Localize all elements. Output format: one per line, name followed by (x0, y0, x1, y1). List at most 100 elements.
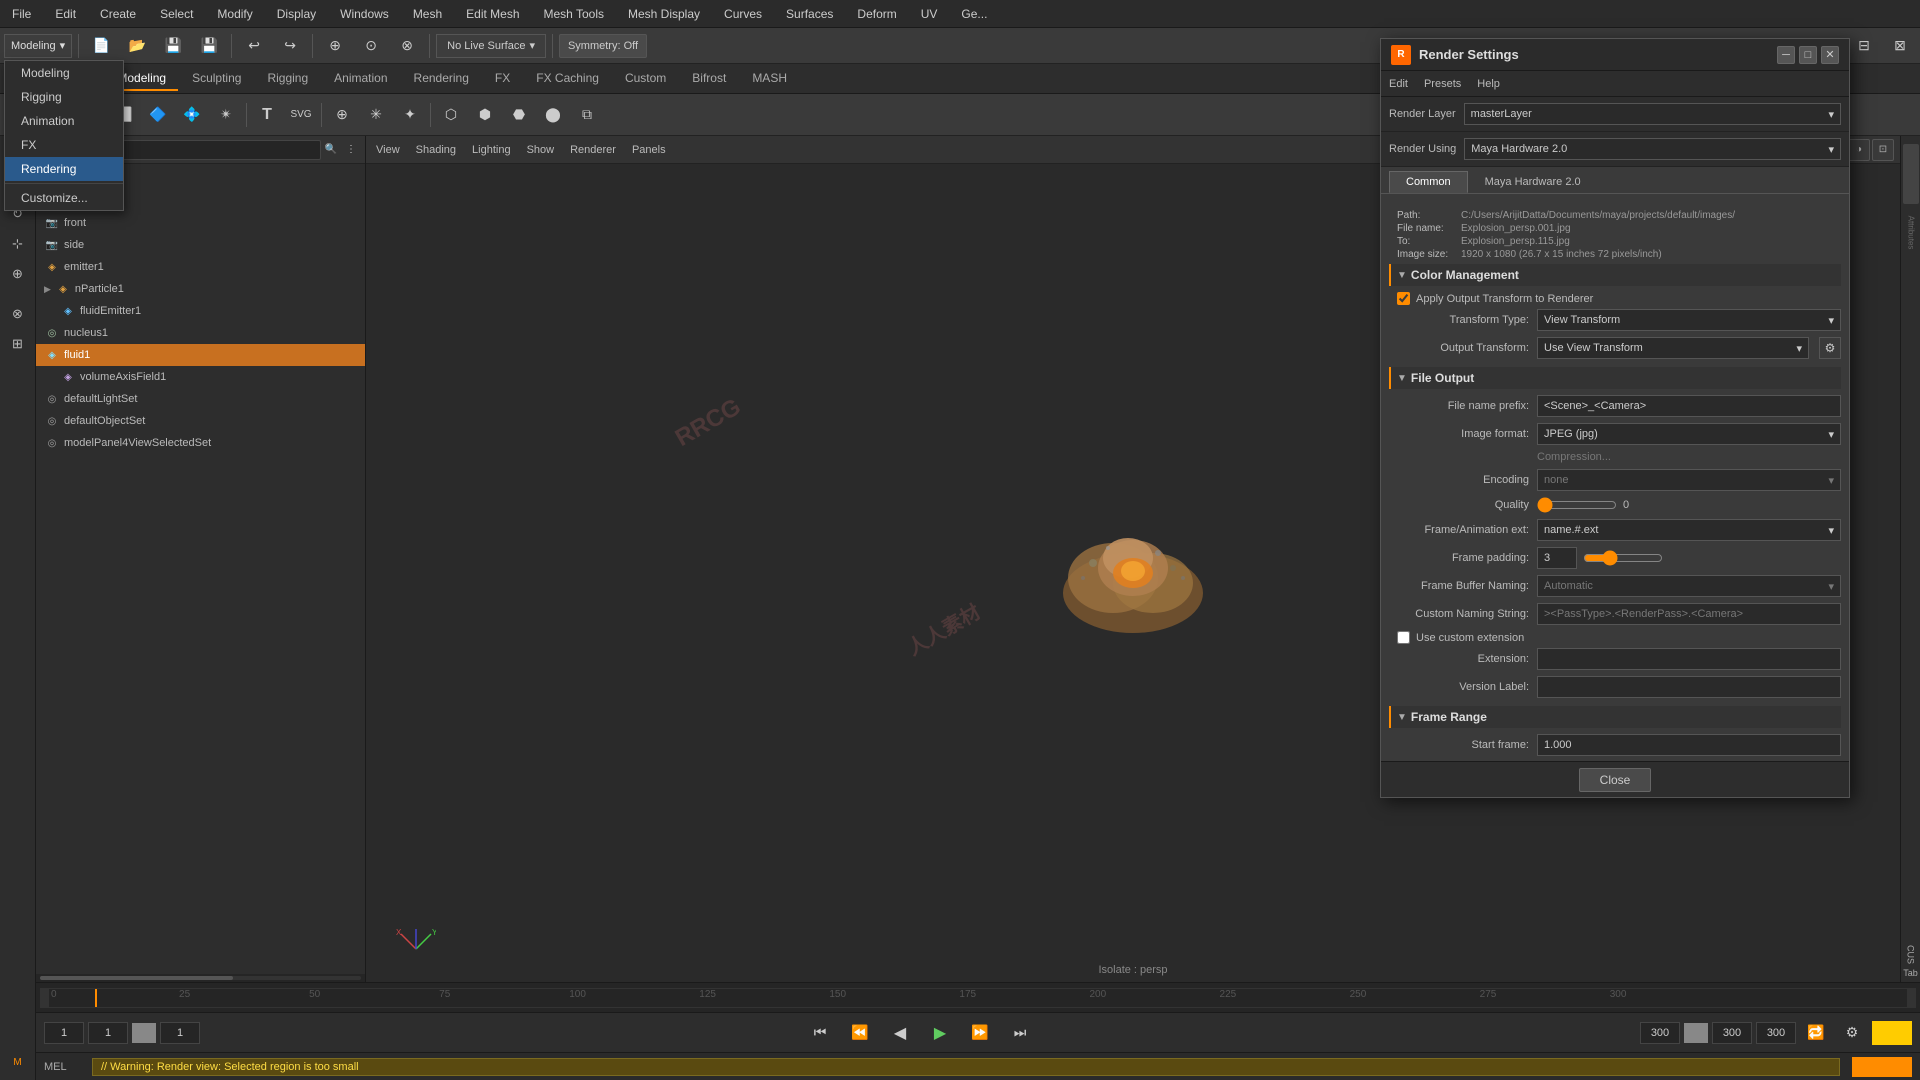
merge-btn[interactable]: ⬤ (537, 99, 569, 131)
close-btn-x[interactable]: ✕ (1821, 46, 1839, 64)
right-icons-2[interactable]: ⊟ (1848, 30, 1880, 62)
save-btn[interactable]: 💾 (157, 30, 189, 62)
viewport-menu-view[interactable]: View (372, 142, 404, 158)
no-live-surface-btn[interactable]: No Live Surface ▾ (436, 34, 546, 58)
boolean-btn[interactable]: ⧉ (571, 99, 603, 131)
tree-volumeaxisfield1[interactable]: ◈ volumeAxisField1 (36, 366, 365, 388)
file-output-section-header[interactable]: ▼ File Output (1389, 367, 1841, 389)
mel-label[interactable]: MEL (44, 1061, 84, 1073)
start-frame-field[interactable] (44, 1022, 84, 1044)
frame-ext-select[interactable]: name.#.ext ▾ (1537, 519, 1841, 541)
render-menu-help[interactable]: Help (1477, 78, 1500, 90)
frame-field[interactable] (160, 1022, 200, 1044)
apply-output-checkbox[interactable] (1397, 292, 1410, 305)
color-management-section-header[interactable]: ▼ Color Management (1389, 264, 1841, 286)
symmetry-btn[interactable]: Symmetry: Off (559, 34, 647, 58)
render-layer-select[interactable]: masterLayer ▾ (1464, 103, 1841, 125)
play-back-btn[interactable]: ◀ (884, 1017, 916, 1049)
menu-select[interactable]: Select (156, 5, 197, 23)
tab-mash[interactable]: MASH (740, 67, 799, 91)
universal-tool-btn[interactable]: ⊕ (4, 260, 32, 288)
tree-fluidemitter1[interactable]: ◈ fluidEmitter1 (36, 300, 365, 322)
bevel-btn[interactable]: ⬡ (435, 99, 467, 131)
menu-modify[interactable]: Modify (213, 5, 256, 23)
menu-edit[interactable]: Edit (51, 5, 80, 23)
soft-select-btn[interactable]: ⊗ (4, 300, 32, 328)
scale-tool-btn[interactable]: ⊹ (4, 230, 32, 258)
start-frame-input[interactable] (1537, 734, 1841, 756)
tab-sculpting[interactable]: Sculpting (180, 67, 253, 91)
menu-mesh-tools[interactable]: Mesh Tools (540, 5, 608, 23)
timeline-left-arrow[interactable] (40, 988, 48, 1008)
go-start-btn[interactable]: ⏮ (804, 1017, 836, 1049)
outliner-options-btn[interactable]: ⋮ (341, 140, 361, 160)
search-icon[interactable]: 🔍 (321, 140, 341, 160)
tab-rendering[interactable]: Rendering (402, 67, 481, 91)
play-btn[interactable]: ▶ (924, 1017, 956, 1049)
tree-fluid1[interactable]: ◈ fluid1 (36, 344, 365, 366)
frame-buffer-select[interactable]: Automatic ▾ (1537, 575, 1841, 597)
transform-type-select[interactable]: View Transform ▾ (1537, 309, 1841, 331)
mode-dropdown[interactable]: Modeling ▾ (4, 34, 72, 58)
encoding-select[interactable]: none ▾ (1537, 469, 1841, 491)
render-menu-presets[interactable]: Presets (1424, 78, 1461, 90)
menu-mesh[interactable]: Mesh (409, 5, 446, 23)
paint-btn[interactable]: ⊗ (391, 30, 423, 62)
tab-animation[interactable]: Animation (322, 67, 399, 91)
menu-mesh-display[interactable]: Mesh Display (624, 5, 704, 23)
save-as-btn[interactable]: 💾 (193, 30, 225, 62)
menu-uv[interactable]: UV (917, 5, 942, 23)
snap-btn[interactable]: ✳ (360, 99, 392, 131)
tab-bifrost[interactable]: Bifrost (680, 67, 738, 91)
tree-nparticle1[interactable]: ▶ ◈ nParticle1 (36, 278, 365, 300)
settings-btn[interactable]: ⚙ (1836, 1017, 1868, 1049)
minimize-btn[interactable]: ─ (1777, 46, 1795, 64)
filename-prefix-input[interactable] (1537, 395, 1841, 417)
tree-defaultobjectset[interactable]: ◎ defaultObjectSet (36, 410, 365, 432)
text-icon-btn[interactable]: T (251, 99, 283, 131)
end-frame-field3[interactable] (1756, 1022, 1796, 1044)
attr-handle[interactable] (1903, 144, 1919, 204)
viewport-menu-shading[interactable]: Shading (412, 142, 460, 158)
render-close-btn[interactable]: Close (1579, 768, 1652, 792)
cube-icon-btn[interactable]: 🔷 (142, 99, 174, 131)
render-menu-edit[interactable]: Edit (1389, 78, 1408, 90)
render-using-select[interactable]: Maya Hardware 2.0 ▾ (1464, 138, 1841, 160)
output-transform-settings-btn[interactable]: ⚙ (1819, 337, 1841, 359)
menu-rendering[interactable]: Rendering (5, 157, 123, 181)
pivot-btn[interactable]: ⊕ (326, 99, 358, 131)
diamond-icon-btn[interactable]: 💠 (176, 99, 208, 131)
quality-slider[interactable] (1537, 497, 1617, 513)
prev-frame-btn[interactable]: ⏪ (844, 1017, 876, 1049)
tree-defaultlightset[interactable]: ◎ defaultLightSet (36, 388, 365, 410)
tree-front[interactable]: 📷 front (36, 212, 365, 234)
menu-surfaces[interactable]: Surfaces (782, 5, 837, 23)
image-format-select[interactable]: JPEG (jpg) ▾ (1537, 423, 1841, 445)
viewport-menu-panels[interactable]: Panels (628, 142, 670, 158)
lasso-btn[interactable]: ⊙ (355, 30, 387, 62)
menu-deform[interactable]: Deform (853, 5, 900, 23)
current-frame-field[interactable] (88, 1022, 128, 1044)
menu-customize[interactable]: Customize... (5, 186, 123, 210)
redo-btn[interactable]: ↪ (274, 30, 306, 62)
tab-fx[interactable]: FX (483, 67, 522, 91)
select-btn[interactable]: ⊕ (319, 30, 351, 62)
menu-windows[interactable]: Windows (336, 5, 393, 23)
menu-ge[interactable]: Ge... (957, 5, 991, 23)
tree-modelpanel4[interactable]: ◎ modelPanel4ViewSelectedSet (36, 432, 365, 454)
tree-side[interactable]: 📷 side (36, 234, 365, 256)
menu-rigging[interactable]: Rigging (5, 85, 123, 109)
frame-padding-slider[interactable] (1583, 550, 1663, 566)
right-icons-3[interactable]: ⊠ (1884, 30, 1916, 62)
go-end-btn[interactable]: ⏭ (1004, 1017, 1036, 1049)
menu-display[interactable]: Display (273, 5, 320, 23)
viewport-menu-renderer[interactable]: Renderer (566, 142, 620, 158)
show-manip-btn[interactable]: ⊞ (4, 330, 32, 358)
new-file-btn[interactable]: 📄 (85, 30, 117, 62)
custom-naming-input[interactable] (1537, 603, 1841, 625)
timeline-right-arrow[interactable] (1908, 988, 1916, 1008)
outliner-scrollbar[interactable] (40, 976, 233, 980)
viewport-menu-lighting[interactable]: Lighting (468, 142, 515, 158)
menu-edit-mesh[interactable]: Edit Mesh (462, 5, 523, 23)
bridge-btn[interactable]: ⬣ (503, 99, 535, 131)
